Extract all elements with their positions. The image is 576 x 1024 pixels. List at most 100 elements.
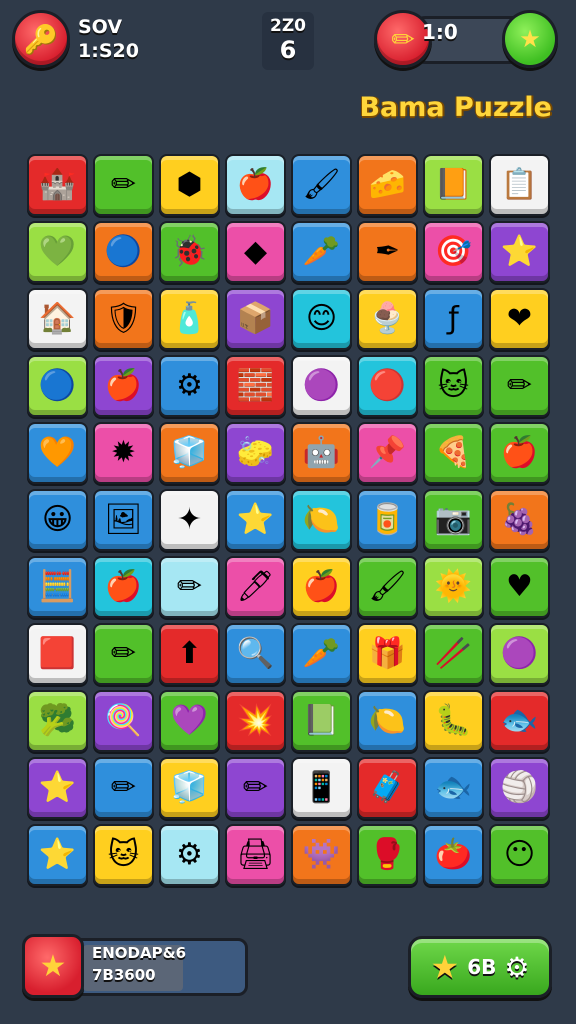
tile-can[interactable]: 🥫 xyxy=(357,489,418,551)
tile-brick[interactable]: 🧱 xyxy=(225,355,286,417)
tile-leaf[interactable]: 🧡 xyxy=(27,422,88,484)
tile-face[interactable]: 😶 xyxy=(489,824,550,886)
tile-gear[interactable]: ⚙ xyxy=(159,355,220,417)
tile-book[interactable]: 📙 xyxy=(423,154,484,216)
tile-burst[interactable]: ✹ xyxy=(93,422,154,484)
tile-shield[interactable]: 🛡 xyxy=(93,288,154,350)
tile-apple[interactable]: 🍎 xyxy=(93,355,154,417)
tile-carrot[interactable]: 🥕 xyxy=(291,221,352,283)
bottom-right-button[interactable]: ★ 6B ⚙ xyxy=(408,936,552,998)
tile-house[interactable]: 🏠 xyxy=(27,288,88,350)
tile-ice-cream[interactable]: 🍨 xyxy=(357,288,418,350)
star-button[interactable]: ★ xyxy=(502,10,558,68)
tile-pen[interactable]: ✒ xyxy=(357,221,418,283)
tile-apple[interactable]: 🍎 xyxy=(489,422,550,484)
tile-target[interactable]: 🎯 xyxy=(423,221,484,283)
bottom-left-line1: ENODAP&6 xyxy=(92,944,187,962)
tile-heart[interactable]: ❤ xyxy=(489,288,550,350)
tile-carrot[interactable]: 🥕 xyxy=(291,623,352,685)
tile-printer[interactable]: 🖨 xyxy=(225,824,286,886)
tile-pencil[interactable]: ✏ xyxy=(93,154,154,216)
tile-pin[interactable]: 📌 xyxy=(357,422,418,484)
tile-arrow[interactable]: ⬆ xyxy=(159,623,220,685)
tile-pencil[interactable]: ✏ xyxy=(159,556,220,618)
tile-stick[interactable]: 🥢 xyxy=(423,623,484,685)
tile-balloon[interactable]: 🟣 xyxy=(291,355,352,417)
tile-cube[interactable]: 🟥 xyxy=(27,623,88,685)
tile-cat[interactable]: 🐱 xyxy=(423,355,484,417)
tile-camera[interactable]: 📷 xyxy=(423,489,484,551)
tile-sun[interactable]: 🌞 xyxy=(423,556,484,618)
tile-hexagon[interactable]: ⬢ xyxy=(159,154,220,216)
tile-pencil[interactable]: ✏ xyxy=(93,757,154,819)
tile-case[interactable]: 🧳 xyxy=(357,757,418,819)
hud-left-line1: SOV xyxy=(78,16,123,38)
tile-monster[interactable]: 👾 xyxy=(291,824,352,886)
bottom-star-button[interactable]: ★ xyxy=(22,934,84,998)
tile-star[interactable]: ⭐ xyxy=(27,824,88,886)
tile-calendar[interactable]: 🧮 xyxy=(27,556,88,618)
tile-apple[interactable]: 🍎 xyxy=(225,154,286,216)
gear-icon: ⚙ xyxy=(504,950,530,984)
hud-center: 2Z0 6 xyxy=(262,12,314,70)
tile-cat[interactable]: 🐱 xyxy=(93,824,154,886)
tile-bottle[interactable]: 🧴 xyxy=(159,288,220,350)
tile-bug[interactable]: 🐞 xyxy=(159,221,220,283)
star-icon: ★ xyxy=(519,25,541,53)
tile-cube[interactable]: 🧊 xyxy=(159,757,220,819)
tile-sponge[interactable]: 🧽 xyxy=(225,422,286,484)
tile-brush[interactable]: 🖌 xyxy=(357,556,418,618)
game-title: Bama Puzzle xyxy=(359,92,552,123)
tile-ring[interactable]: 🔵 xyxy=(93,221,154,283)
tile-diamond[interactable]: ◆ xyxy=(225,221,286,283)
tile-worm[interactable]: 🐛 xyxy=(423,690,484,752)
tile-lemon[interactable]: 🍋 xyxy=(357,690,418,752)
tile-splat[interactable]: 💥 xyxy=(225,690,286,752)
key-button[interactable]: 🔑 xyxy=(12,10,70,68)
tile-castle[interactable]: 🏰 xyxy=(27,154,88,216)
tile-brush[interactable]: 🖌 xyxy=(291,154,352,216)
tile-heart[interactable]: 💚 xyxy=(27,221,88,283)
tile-lemon[interactable]: 🍋 xyxy=(291,489,352,551)
tile-letter-f[interactable]: ƒ xyxy=(423,288,484,350)
tile-box[interactable]: 📦 xyxy=(225,288,286,350)
tile-heart[interactable]: 💜 xyxy=(159,690,220,752)
tile-pencil[interactable]: ✏ xyxy=(489,355,550,417)
tile-pencil[interactable]: ✏ xyxy=(225,757,286,819)
tile-gift[interactable]: 🎁 xyxy=(357,623,418,685)
tile-pizza[interactable]: 🍕 xyxy=(423,422,484,484)
tile-gear[interactable]: ⚙ xyxy=(159,824,220,886)
tile-magnifier[interactable]: 🔍 xyxy=(225,623,286,685)
tile-phone[interactable]: 📱 xyxy=(291,757,352,819)
tile-fish[interactable]: 🐟 xyxy=(423,757,484,819)
tile-heart[interactable]: ♥ xyxy=(489,556,550,618)
tile-glove[interactable]: 🥊 xyxy=(357,824,418,886)
tile-apple[interactable]: 🍎 xyxy=(93,556,154,618)
tile-ball[interactable]: 🏐 xyxy=(489,757,550,819)
hud-left-text: SOV 1:S20 xyxy=(78,15,139,63)
tile-robot[interactable]: 🤖 xyxy=(291,422,352,484)
tile-tomato[interactable]: 🍅 xyxy=(423,824,484,886)
tile-apple[interactable]: 🍎 xyxy=(291,556,352,618)
tile-pencil[interactable]: ✏ xyxy=(93,623,154,685)
tile-sparkle[interactable]: ✦ xyxy=(159,489,220,551)
tile-grapes[interactable]: 🍇 xyxy=(489,489,550,551)
tile-cube[interactable]: 🧊 xyxy=(159,422,220,484)
tile-book[interactable]: 📗 xyxy=(291,690,352,752)
tile-star[interactable]: ⭐ xyxy=(27,757,88,819)
tile-fish[interactable]: 🐟 xyxy=(489,690,550,752)
tile-cheese[interactable]: 🧀 xyxy=(357,154,418,216)
tile-face[interactable]: 😀 xyxy=(27,489,88,551)
tile-ball[interactable]: 🔴 xyxy=(357,355,418,417)
tile-broccoli[interactable]: 🥦 xyxy=(27,690,88,752)
tile-donut[interactable]: 🟣 xyxy=(489,623,550,685)
tile-picture[interactable]: 🖼 xyxy=(93,489,154,551)
hud-right: ✏ 1:0 ★ xyxy=(374,10,558,70)
tile-candy[interactable]: 🍭 xyxy=(93,690,154,752)
tile-star[interactable]: ⭐ xyxy=(225,489,286,551)
tile-clipboard[interactable]: 📋 xyxy=(489,154,550,216)
tile-donut[interactable]: 🔵 xyxy=(27,355,88,417)
tile-smiley[interactable]: 😊 xyxy=(291,288,352,350)
tile-star[interactable]: ⭐ xyxy=(489,221,550,283)
tile-pen[interactable]: 🖊 xyxy=(225,556,286,618)
